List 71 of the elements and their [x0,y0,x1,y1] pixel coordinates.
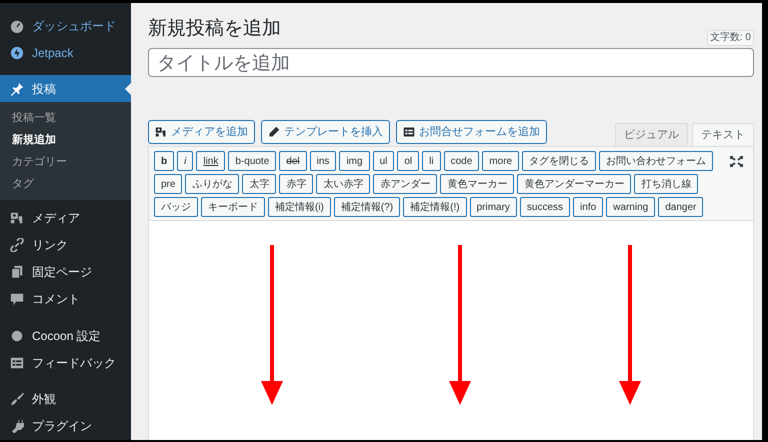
quicktag-button[interactable]: キーボード [201,197,265,217]
pushpin-icon [10,82,24,96]
menu-item[interactable]: 固定ページ [0,258,131,285]
editor-action-button[interactable]: テンプレートを挿入 [261,120,390,144]
editor-tab[interactable]: ビジュアル [615,123,688,146]
quicktag-button[interactable]: b [154,151,174,171]
link-icon [10,238,24,252]
quicktag-button[interactable]: li [422,151,441,171]
menu-item[interactable]: メディア [0,204,131,231]
quicktag-button[interactable]: 黄色アンダーマーカー [517,174,632,194]
submenu-item[interactable]: 新規追加 [0,129,131,151]
lightning-bolt-icon [10,46,24,60]
menu-item[interactable]: ダッシュボード [0,12,131,39]
menu-item[interactable]: Jetpack [0,39,131,66]
editor-action-button[interactable]: メディアを追加 [148,120,255,144]
pages-icon [10,264,24,278]
quicktag-button[interactable]: warning [606,197,656,217]
form-icon [10,356,24,370]
media-icon [10,210,24,224]
page-title: 新規投稿を追加 [148,16,281,40]
menu-item[interactable]: プラグイン [0,412,131,439]
quicktag-button[interactable]: success [520,197,570,217]
quicktag-button[interactable]: ins [310,151,336,171]
quicktag-button[interactable]: ふりがな [185,174,240,194]
title-field[interactable]: タイトルを追加 [148,48,754,77]
submenu-item[interactable]: 投稿一覧 [0,107,131,129]
quicktag-button[interactable]: 補定情報(!) [403,197,467,217]
gauge-icon [10,18,24,32]
quicktag-button[interactable]: code [444,151,480,171]
pencil-icon [268,126,280,138]
quicktag-button[interactable]: 赤アンダー [373,174,438,194]
quicktag-button[interactable]: 太字 [242,174,276,194]
circle-icon [10,328,24,342]
editor-action-button[interactable]: お問合せフォームを追加 [396,120,547,144]
menu-item[interactable]: 投稿 [0,75,131,102]
quicktag-button[interactable]: お問い合わせフォーム [599,151,714,171]
quicktag-button[interactable]: info [573,197,604,217]
editor-tab[interactable]: テキスト [692,123,754,146]
quicktag-button[interactable]: 赤字 [279,174,314,194]
quicktag-button[interactable]: 補定情報(?) [334,197,400,217]
speech-bubble-icon [10,292,24,306]
quicktag-button[interactable]: i [177,151,194,171]
quicktag-button[interactable]: 打ち消し線 [634,174,698,194]
menu-item[interactable]: 外観 [0,385,131,412]
quicktag-button[interactable]: 黄色マーカー [440,174,514,194]
quicktag-button[interactable]: danger [658,197,704,217]
plug-icon [10,418,24,432]
quicktag-button[interactable]: pre [154,174,182,194]
submenu-item[interactable]: タグ [0,173,131,195]
quicktag-button[interactable]: バッジ [154,197,198,217]
quicktag-button[interactable]: ol [397,151,420,171]
form-icon [403,126,415,138]
brush-icon [10,392,24,406]
quicktag-button[interactable]: img [339,151,370,171]
quicktag-button[interactable]: b-quote [228,151,276,171]
menu-item[interactable]: コメント [0,285,131,312]
quicktag-button[interactable]: link [196,151,226,171]
quicktag-button[interactable]: タグを閉じる [522,151,596,171]
character-count: 文字数: 0 [706,30,754,46]
quicktag-button[interactable]: more [482,151,520,171]
quicktag-button[interactable]: del [279,151,307,171]
quicktag-button[interactable]: 補定情報(i) [268,197,331,217]
quicktag-button[interactable]: primary [470,197,517,217]
menu-item[interactable]: フィードバック [0,349,131,376]
fullscreen-icon[interactable] [730,156,743,167]
quicktag-button[interactable]: ul [372,151,394,171]
media-icon [155,126,167,138]
menu-item[interactable]: リンク [0,231,131,258]
quicktag-button[interactable]: 太い赤字 [316,174,370,194]
submenu-item[interactable]: カテゴリー [0,151,131,173]
menu-item[interactable]: Cocoon 設定 [0,322,131,349]
